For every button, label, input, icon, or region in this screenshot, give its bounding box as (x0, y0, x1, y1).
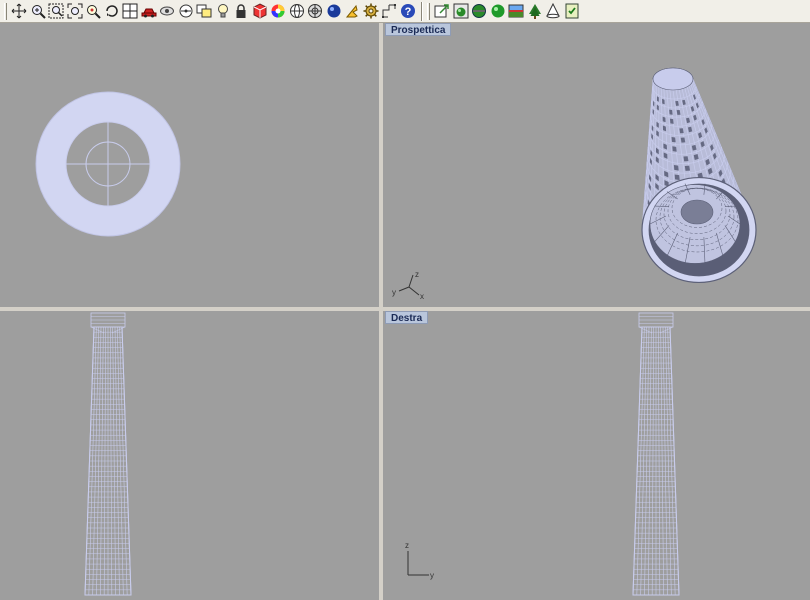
right-view-scene: z y (405, 312, 680, 596)
snap-icon[interactable] (306, 2, 324, 21)
svg-text:?: ? (404, 6, 411, 18)
color-wheel-icon[interactable] (269, 2, 287, 21)
lock-icon[interactable] (232, 2, 250, 21)
viewport-perspective[interactable]: z y x Prospettica (383, 23, 810, 307)
hide-icon[interactable] (158, 2, 176, 21)
car-icon[interactable] (140, 2, 158, 21)
pick-icon[interactable] (343, 2, 361, 21)
script-icon[interactable] (563, 2, 581, 21)
render-toolbar-group (433, 1, 581, 22)
pan-icon[interactable] (10, 2, 28, 21)
tree-icon[interactable] (526, 2, 544, 21)
zoom-extents-icon[interactable] (66, 2, 84, 21)
environment-icon[interactable] (507, 2, 525, 21)
lightbulb-icon[interactable] (214, 2, 232, 21)
viewport-title-perspective[interactable]: Prospettica (385, 23, 452, 36)
four-viewports-icon[interactable] (121, 2, 139, 21)
gear-icon[interactable] (362, 2, 380, 21)
front-view-scene (84, 312, 132, 596)
viewport-title-right[interactable]: Destra (385, 311, 429, 324)
help-icon[interactable]: ? (399, 2, 417, 21)
properties-icon[interactable] (251, 2, 269, 21)
light-cone-icon[interactable] (544, 2, 562, 21)
zoom-in-icon[interactable] (29, 2, 47, 21)
export-icon[interactable] (433, 2, 451, 21)
zoom-selected-icon[interactable] (84, 2, 102, 21)
tube-wireframe (641, 67, 757, 284)
viewport-right[interactable]: z y Destra (383, 311, 810, 600)
perspective-scene: z y x (392, 67, 757, 301)
sphere-grid-icon[interactable] (288, 2, 306, 21)
axis-label-x: x (420, 292, 424, 301)
rotate-view-icon[interactable] (103, 2, 121, 21)
toolbar-separator (421, 1, 423, 21)
standard-toolbar-group: ? (10, 1, 417, 22)
tube-elevation-right (632, 312, 680, 596)
axis-label-y: y (392, 288, 396, 297)
tube-elevation-front (84, 312, 132, 596)
axis-label-y: y (430, 571, 434, 580)
toolbar-grip[interactable] (4, 2, 7, 20)
viewport-front[interactable] (0, 311, 379, 600)
curve-tools-icon[interactable] (380, 2, 398, 21)
right-axis-icon: z y (405, 541, 434, 580)
render-icon[interactable] (452, 2, 470, 21)
point-off-icon[interactable] (177, 2, 195, 21)
main-toolbar: ? (0, 0, 810, 23)
axis-label-z: z (405, 541, 409, 550)
axis-label-z: z (415, 270, 419, 279)
render-sphere-icon[interactable] (325, 2, 343, 21)
viewport-top[interactable] (0, 23, 379, 307)
render-preview-icon[interactable] (470, 2, 488, 21)
top-view-scene (35, 91, 181, 237)
green-sphere-icon[interactable] (489, 2, 507, 21)
viewport-area: z y x Prospettica z y Destra (0, 23, 810, 600)
zoom-window-icon[interactable] (47, 2, 65, 21)
toolbar-grip-render[interactable] (427, 2, 430, 20)
named-view-icon[interactable] (195, 2, 213, 21)
perspective-axis-icon: z y x (392, 270, 424, 301)
